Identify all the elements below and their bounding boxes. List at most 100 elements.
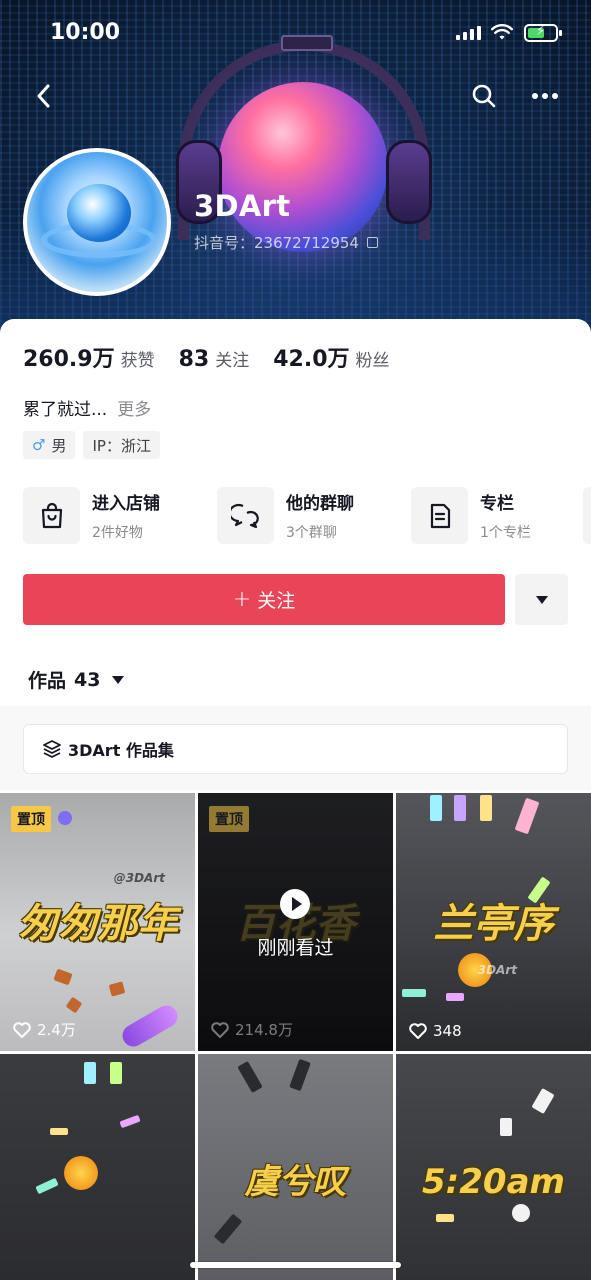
video-thumbnail[interactable]: 百花香 置顶 刚刚看过 214.8万	[198, 793, 393, 1051]
watermark: @3DArt	[113, 871, 165, 885]
stat-following[interactable]: 83 关注	[179, 346, 250, 372]
light-tile	[454, 795, 466, 821]
stat-followers[interactable]: 42.0万 粉丝	[273, 341, 389, 373]
orb	[512, 1204, 530, 1222]
ip-label: IP：浙江	[92, 436, 151, 455]
video-thumbnail[interactable]: 5:20am	[396, 1054, 591, 1280]
video-thumbnail[interactable]	[0, 1054, 195, 1280]
battery-icon: ⚡	[524, 24, 562, 42]
light-tile	[500, 1118, 512, 1136]
caret-down-icon	[535, 595, 548, 604]
stats-row: 260.9万 获赞 83 关注 42.0万 粉丝	[23, 341, 414, 373]
bio-text: 累了就过...	[23, 400, 108, 420]
light-tile	[119, 1114, 141, 1129]
stat-likes: 260.9万 获赞	[23, 341, 155, 373]
video-title: 兰亭序	[433, 901, 554, 947]
service-title: 专栏	[480, 494, 514, 514]
gender-label: 男	[51, 436, 67, 455]
service-next-peek[interactable]	[583, 487, 591, 544]
light-tile	[436, 1214, 454, 1222]
bio-more-link[interactable]: 更多	[117, 400, 151, 420]
dark-tile	[237, 1061, 263, 1093]
light-tile	[514, 797, 540, 835]
back-button[interactable]	[26, 78, 62, 114]
recently-watched-label: 刚刚看过	[257, 937, 334, 959]
follow-button[interactable]: + 关注	[23, 574, 505, 625]
wifi-icon	[491, 24, 513, 40]
avatar-drop	[67, 184, 131, 242]
pinned-badge: 置顶	[209, 806, 249, 832]
group-chat-icon	[217, 487, 274, 544]
watermark: 3DArt	[477, 963, 517, 977]
dark-tile	[213, 1213, 243, 1245]
light-tile	[402, 989, 426, 997]
light-tile	[50, 1128, 68, 1135]
works-count: 43	[74, 668, 101, 691]
plus-icon: +	[232, 587, 252, 612]
video-title: 5:20am	[422, 1162, 565, 1202]
video-likes: 214.8万	[211, 1019, 293, 1040]
floating-tile	[53, 968, 73, 986]
light-tile	[446, 993, 464, 1001]
service-subtitle: 1个专栏	[480, 525, 531, 541]
video-title: 虞兮叹	[244, 1162, 347, 1202]
dark-tile	[289, 1058, 311, 1092]
layers-icon	[43, 740, 61, 758]
search-button[interactable]	[466, 78, 502, 114]
service-title: 他的群聊	[286, 494, 354, 514]
collection-label: 3DArt 作品集	[68, 741, 174, 760]
stat-label: 获赞	[120, 351, 155, 371]
status-time: 10:00	[50, 20, 121, 45]
search-icon	[472, 84, 496, 108]
more-options-button[interactable]	[527, 78, 563, 114]
cellular-signal-icon	[456, 26, 481, 40]
shopping-bag-icon	[23, 487, 80, 544]
video-likes: 348	[409, 1022, 462, 1040]
video-thumbnail[interactable]: 3DArt 兰亭序 348	[396, 793, 591, 1051]
light-tile	[430, 795, 442, 821]
video-thumbnail[interactable]: 置顶 @3DArt 匆匆那年 2.4万	[0, 793, 195, 1051]
status-bar: 10:00 ⚡	[0, 18, 591, 48]
stat-label: 粉丝	[355, 351, 390, 371]
video-likes: 2.4万	[13, 1019, 76, 1040]
video-thumbnail[interactable]: 虞兮叹	[198, 1054, 393, 1280]
star-icon	[64, 1156, 98, 1190]
more-dots-icon	[532, 93, 558, 99]
light-tile	[110, 1062, 122, 1084]
bio: 累了就过... 更多	[23, 395, 151, 420]
play-icon	[280, 889, 310, 919]
stat-value: 42.0万	[273, 347, 350, 372]
service-group-chat[interactable]: 他的群聊 3个群聊	[217, 487, 411, 544]
collection-entry[interactable]: 3DArt 作品集	[23, 724, 568, 774]
profile-name: 3DArt	[194, 189, 291, 223]
pinned-badge: 置顶	[11, 806, 51, 832]
douyin-id-text: 抖音号：23672712954	[194, 234, 359, 252]
heart-icon	[13, 1021, 31, 1038]
douyin-id[interactable]: 抖音号：23672712954	[194, 232, 378, 253]
heart-icon	[409, 1023, 427, 1039]
service-column[interactable]: 专栏 1个专栏	[411, 487, 591, 544]
column-icon	[411, 487, 468, 544]
services-row: 进入店铺 2件好物 他的群聊 3个群聊 专栏 1个专栏	[23, 487, 591, 544]
orb	[58, 811, 72, 825]
floating-tile	[65, 996, 83, 1014]
light-tile	[35, 1177, 59, 1195]
follow-dropdown-button[interactable]	[515, 574, 568, 625]
service-subtitle: 2件好物	[92, 525, 143, 541]
stat-value: 260.9万	[23, 347, 115, 372]
banner-sphere	[218, 82, 388, 252]
likes-count: 348	[433, 1022, 462, 1040]
service-title: 进入店铺	[92, 494, 160, 514]
light-tile	[480, 795, 492, 821]
service-subtitle: 3个群聊	[286, 525, 337, 541]
avatar[interactable]	[23, 148, 171, 296]
profile-tags: ♂ 男 IP：浙江	[23, 431, 160, 459]
tab-works[interactable]: 作品 43	[28, 666, 125, 693]
home-indicator[interactable]	[190, 1262, 401, 1268]
gender-tag: ♂ 男	[23, 431, 76, 459]
service-shop[interactable]: 进入店铺 2件好物	[23, 487, 217, 544]
copy-icon[interactable]	[366, 237, 378, 248]
pipe-shape	[118, 1001, 182, 1051]
light-tile	[84, 1062, 96, 1084]
stat-label: 关注	[215, 351, 250, 371]
